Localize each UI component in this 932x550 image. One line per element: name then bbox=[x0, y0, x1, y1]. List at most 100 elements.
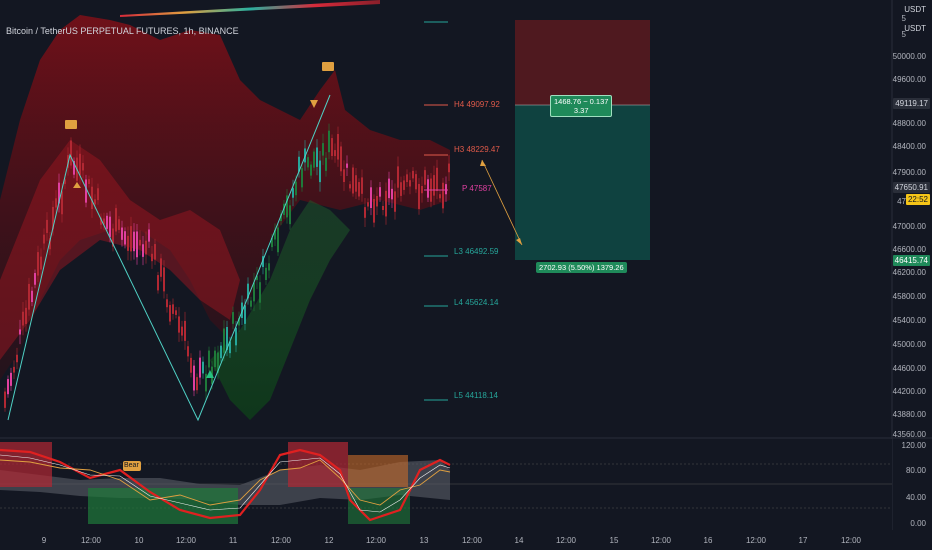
candle-body bbox=[373, 198, 375, 223]
candle-body bbox=[133, 231, 135, 252]
candle-body bbox=[97, 188, 99, 201]
price-axis-label: 47 bbox=[897, 197, 906, 206]
pivot-label-l3: L3 46492.59 bbox=[454, 247, 499, 256]
candle-body bbox=[436, 167, 438, 192]
candle-body bbox=[292, 188, 294, 198]
indicator-axis-label: 80.00 bbox=[905, 466, 926, 475]
candle-body bbox=[205, 373, 207, 392]
candle-body bbox=[55, 198, 57, 208]
candle-body bbox=[166, 299, 168, 308]
candle-body bbox=[43, 234, 45, 244]
candle-body bbox=[412, 170, 414, 179]
candle-body bbox=[337, 134, 339, 160]
candle-body bbox=[367, 202, 369, 207]
candle-body bbox=[442, 182, 444, 209]
price-axis-label: 46600.00 bbox=[892, 245, 926, 254]
candle-body bbox=[343, 169, 345, 183]
candle-body bbox=[187, 346, 189, 357]
price-axis-label: 47900.00 bbox=[892, 168, 926, 177]
candle-body bbox=[313, 151, 315, 168]
price-axis-label: 45800.00 bbox=[892, 292, 926, 301]
price-axis-label: 43560.00 bbox=[892, 430, 926, 439]
candle-body bbox=[331, 138, 333, 156]
candle-body bbox=[418, 183, 420, 209]
candle-body bbox=[139, 239, 141, 246]
price-axis-label: 47000.00 bbox=[892, 222, 926, 231]
candle-body bbox=[94, 199, 96, 205]
candle-body bbox=[358, 182, 360, 197]
chart-canvas[interactable] bbox=[0, 0, 932, 550]
candle-body bbox=[61, 191, 63, 215]
candle-body bbox=[160, 258, 162, 277]
price-axis-label: 48400.00 bbox=[892, 142, 926, 151]
indicator-axis-label: 0.00 bbox=[910, 519, 926, 528]
position-target-label[interactable]: 1468.76 ~ 0.137 3.37 bbox=[550, 95, 613, 117]
candle-body bbox=[136, 231, 138, 258]
position-tool[interactable] bbox=[480, 20, 650, 260]
candle-body bbox=[106, 215, 108, 229]
currency-label-top: USDT bbox=[904, 5, 926, 14]
time-axis-label: 12:00 bbox=[650, 536, 672, 545]
candle-body bbox=[214, 350, 216, 368]
candle-body bbox=[289, 205, 291, 225]
candle-body bbox=[295, 181, 297, 196]
candle-body bbox=[172, 304, 174, 314]
candle-body bbox=[346, 163, 348, 168]
candle-body bbox=[28, 283, 30, 310]
candle-body bbox=[13, 366, 15, 373]
candle-body bbox=[70, 140, 72, 166]
price-axis-label: 46200.00 bbox=[892, 268, 926, 277]
candle-body bbox=[382, 205, 384, 211]
candle-body bbox=[88, 179, 90, 184]
candle-body bbox=[124, 231, 126, 245]
candle-body bbox=[31, 290, 33, 303]
candle-body bbox=[223, 328, 225, 353]
pivot-label-h3: H3 48229.47 bbox=[454, 145, 500, 154]
candle-body bbox=[259, 282, 261, 303]
candle-body bbox=[169, 305, 171, 322]
candle-body bbox=[403, 180, 405, 190]
time-axis-label: 12:00 bbox=[80, 536, 102, 545]
candle-body bbox=[40, 256, 42, 270]
candle-body bbox=[334, 150, 336, 157]
candle-body bbox=[202, 361, 204, 374]
candle-body bbox=[142, 244, 144, 257]
time-axis-label: 12:00 bbox=[270, 536, 292, 545]
price-tag-current: 47650.91 bbox=[892, 182, 930, 193]
price-axis-label: 45400.00 bbox=[892, 316, 926, 325]
candle-body bbox=[322, 143, 324, 156]
candle-body bbox=[232, 312, 234, 324]
candle-body bbox=[385, 190, 387, 217]
position-target-line2: 3.37 bbox=[573, 106, 589, 115]
time-axis-label: 12:00 bbox=[365, 536, 387, 545]
time-axis-label: 16 bbox=[703, 536, 713, 545]
candle-body bbox=[388, 178, 390, 199]
candle-body bbox=[253, 282, 255, 302]
candle-body bbox=[178, 316, 180, 333]
pivot-label-h4: H4 49097.92 bbox=[454, 100, 500, 109]
candle-body bbox=[349, 184, 351, 189]
pivot-lines bbox=[424, 21, 448, 401]
candle-body bbox=[85, 179, 87, 203]
position-stop-label[interactable]: 2702.93 (5.50%) 1379.26 bbox=[536, 262, 627, 273]
candle-body bbox=[316, 147, 318, 167]
candle-body bbox=[16, 354, 18, 363]
candle-body bbox=[4, 391, 6, 408]
candle-body bbox=[151, 253, 153, 262]
candle-body bbox=[424, 170, 426, 185]
candle-body bbox=[10, 372, 12, 386]
candle-body bbox=[268, 263, 270, 271]
candle-body bbox=[7, 379, 9, 395]
candle-body bbox=[265, 267, 267, 280]
candle-body bbox=[163, 267, 165, 292]
candle-body bbox=[109, 216, 111, 237]
candle-body bbox=[409, 180, 411, 187]
candle-body bbox=[25, 307, 27, 324]
price-axis-label: 50000.00 bbox=[892, 52, 926, 61]
candle-body bbox=[199, 357, 201, 378]
candle-body bbox=[364, 207, 366, 218]
candle-body bbox=[301, 168, 303, 188]
candle-body bbox=[328, 130, 330, 153]
candle-body bbox=[325, 157, 327, 171]
candle-body bbox=[235, 327, 237, 346]
